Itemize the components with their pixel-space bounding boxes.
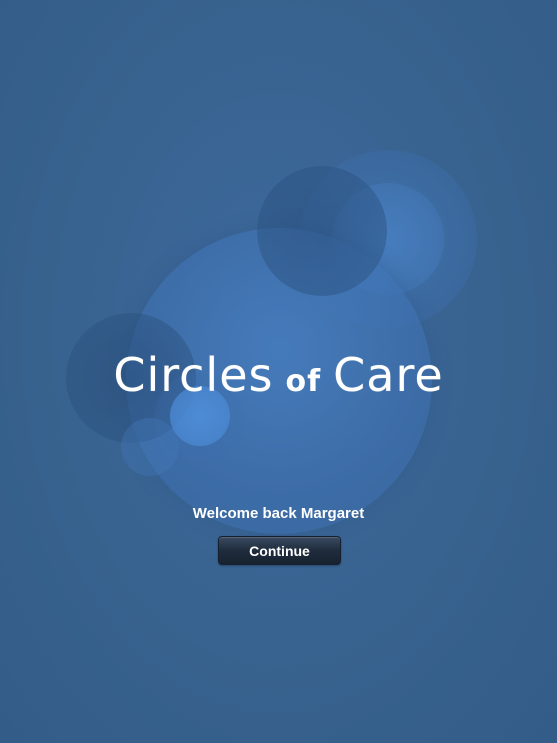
welcome-message: Welcome back Margaret	[192, 505, 365, 522]
splash-screen: Circles of Care Welcome back Margaret Cont…	[0, 0, 557, 743]
decorative-circle	[257, 166, 387, 296]
title-word-circles: Circles	[113, 348, 274, 402]
app-logo-title: Circles of Care	[0, 348, 557, 402]
title-word-of: of	[285, 364, 322, 399]
continue-button[interactable]: Continue	[218, 536, 341, 565]
title-word-care: Care	[333, 348, 444, 402]
